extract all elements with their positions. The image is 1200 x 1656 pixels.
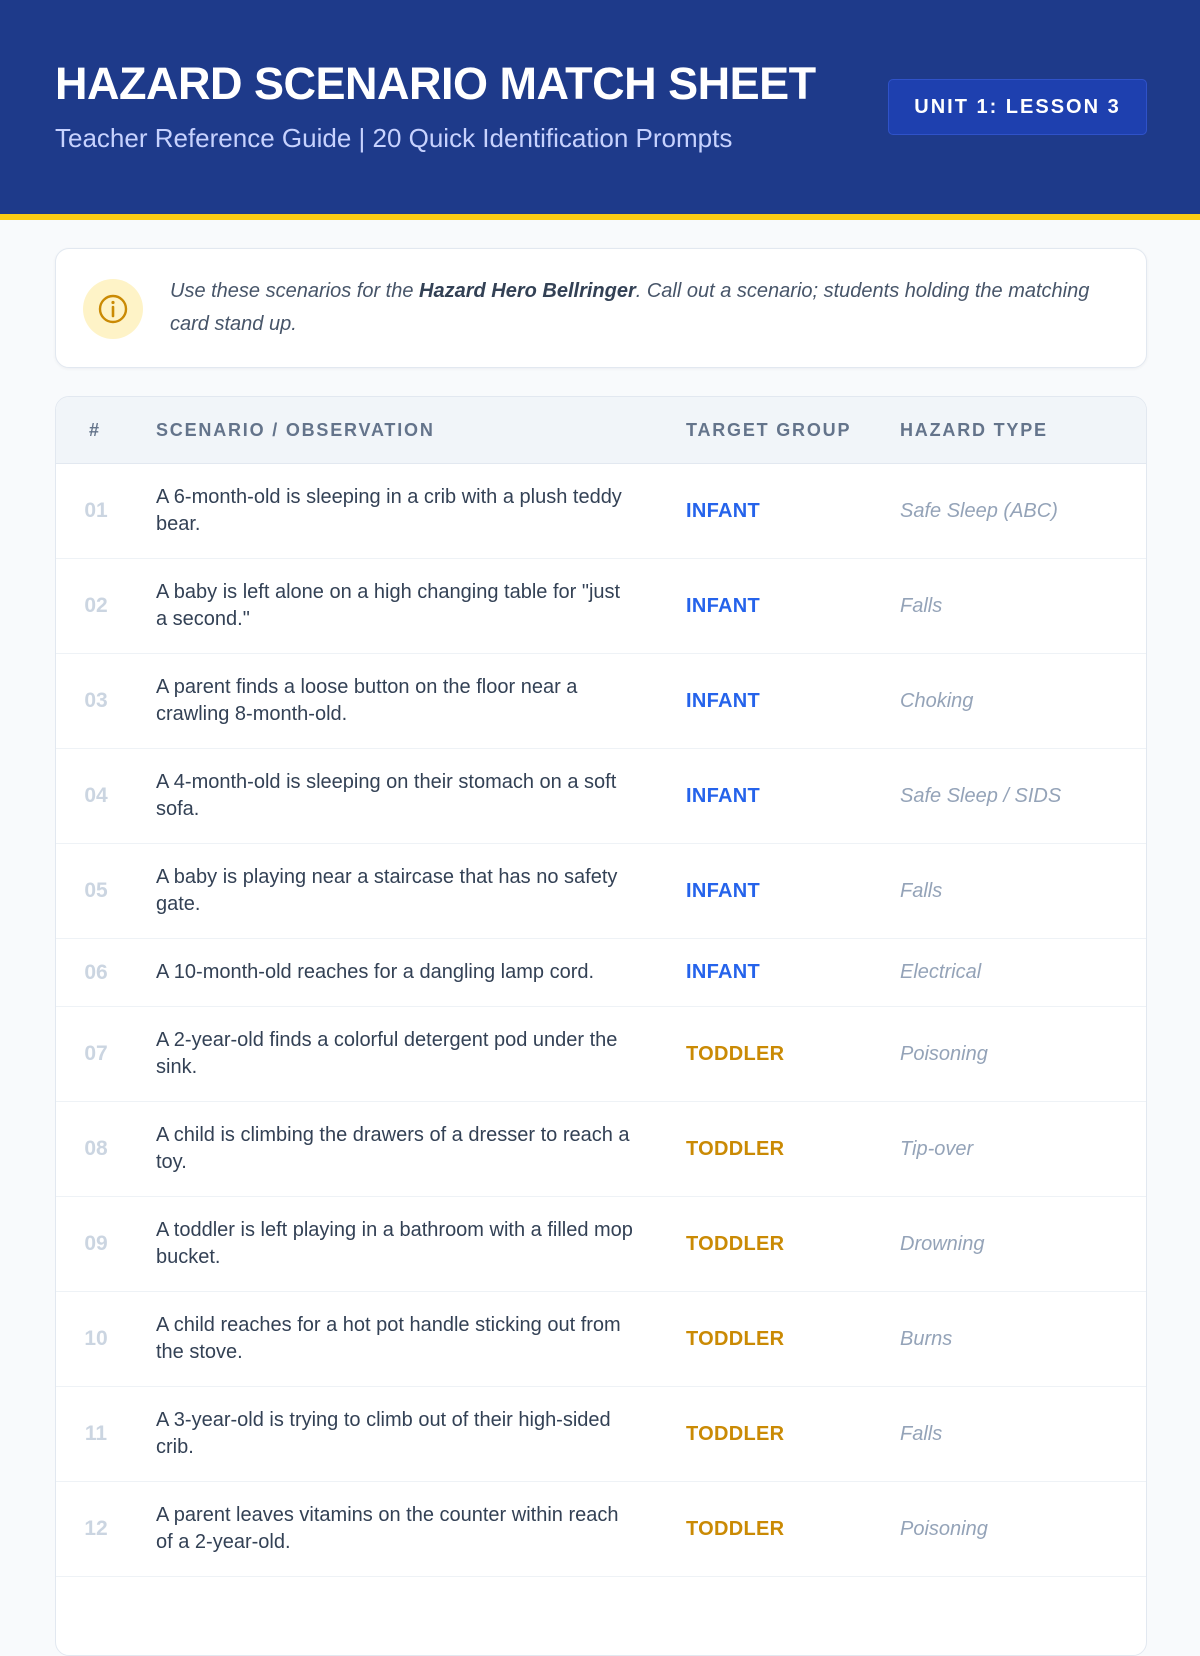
hazard-type: Poisoning (900, 1517, 988, 1540)
table-row: 03 A parent finds a loose button on the f… (56, 654, 1146, 749)
table-row: 01 A 6-month-old is sleeping in a crib wi… (56, 464, 1146, 559)
column-header-hazard-type: HAZARD TYPE (900, 420, 1048, 440)
scenario-text: A toddler is left playing in a bathroom … (156, 1219, 633, 1268)
target-group: INFANT (686, 689, 761, 712)
scenario-text: A baby is left alone on a high changing … (156, 581, 621, 630)
table-row: 02 A baby is left alone on a high changin… (56, 559, 1146, 654)
row-number: 09 (84, 1232, 108, 1255)
scenario-table: # SCENARIO / OBSERVATION TARGET GROUP HA… (55, 396, 1147, 1656)
scenario-text: A baby is playing near a staircase that … (156, 866, 618, 915)
target-group: INFANT (686, 784, 761, 807)
page-header: HAZARD SCENARIO MATCH SHEET Teacher Refe… (0, 0, 1200, 220)
hazard-type: Falls (900, 879, 943, 902)
table-row: 05 A baby is playing near a staircase tha… (56, 844, 1146, 939)
scenario-text: A parent finds a loose button on the flo… (156, 676, 578, 725)
hazard-type: Choking (900, 689, 974, 712)
table-row: 12 A parent leaves vitamins on the counte… (56, 1482, 1146, 1577)
column-header-scenario: SCENARIO / OBSERVATION (156, 420, 435, 440)
table-body: 01 A 6-month-old is sleeping in a crib wi… (56, 464, 1146, 1577)
scenario-text: A 10-month-old reaches for a dangling la… (156, 961, 595, 983)
scenario-text: A parent leaves vitamins on the counter … (156, 1504, 619, 1553)
target-group: INFANT (686, 961, 761, 983)
instructions-text: Use these scenarios for the Hazard Hero … (170, 275, 1100, 341)
instructions-text-start: Use these scenarios for the (170, 280, 420, 302)
row-number: 05 (84, 879, 108, 902)
info-icon (83, 279, 143, 339)
hazard-type: Falls (900, 1422, 943, 1445)
row-number: 01 (84, 499, 108, 522)
table-row: 11 A 3-year-old is trying to climb out of… (56, 1387, 1146, 1482)
hazard-type: Safe Sleep (ABC) (900, 499, 1058, 522)
target-group: TODDLER (686, 1422, 785, 1445)
row-number: 10 (84, 1327, 108, 1350)
target-group: TODDLER (686, 1137, 785, 1160)
table-row: 10 A child reaches for a hot pot handle s… (56, 1292, 1146, 1387)
scenario-text: A 6-month-old is sleeping in a crib with… (156, 486, 622, 535)
table-row: 08 A child is climbing the drawers of a d… (56, 1102, 1146, 1197)
target-group: INFANT (686, 879, 761, 902)
hazard-type: Tip-over (900, 1137, 974, 1160)
unit-badge: UNIT 1: LESSON 3 (888, 79, 1147, 135)
instructions-callout: Use these scenarios for the Hazard Hero … (55, 248, 1147, 368)
target-group: TODDLER (686, 1327, 785, 1350)
row-number: 07 (84, 1042, 108, 1065)
hazard-type: Drowning (900, 1232, 985, 1255)
target-group: TODDLER (686, 1232, 785, 1255)
target-group: INFANT (686, 594, 761, 617)
row-number: 11 (84, 1422, 108, 1445)
scenario-text: A 4-month-old is sleeping on their stoma… (156, 771, 617, 820)
hazard-type: Safe Sleep / SIDS (900, 784, 1062, 807)
instructions-activity-name: Hazard Hero Bellringer (419, 280, 636, 302)
table-row: 09 A toddler is left playing in a bathroo… (56, 1197, 1146, 1292)
row-number: 02 (84, 594, 108, 617)
scenario-text: A 2-year-old finds a colorful detergent … (156, 1029, 618, 1078)
table-row: 04 A 4-month-old is sleeping on their sto… (56, 749, 1146, 844)
scenario-text: A child reaches for a hot pot handle sti… (156, 1314, 621, 1363)
row-number: 04 (84, 784, 108, 807)
hazard-type: Falls (900, 594, 943, 617)
hazard-type: Poisoning (900, 1042, 988, 1065)
row-number: 12 (84, 1517, 108, 1540)
column-header-number: # (89, 420, 101, 440)
table-row: 07 A 2-year-old finds a colorful detergen… (56, 1007, 1146, 1102)
row-number: 08 (84, 1137, 108, 1160)
hazard-type: Electrical (900, 961, 982, 983)
table-header: # SCENARIO / OBSERVATION TARGET GROUP HA… (56, 397, 1146, 464)
row-number: 03 (84, 689, 108, 712)
hazard-type: Burns (900, 1327, 953, 1350)
row-number: 06 (84, 960, 108, 984)
column-header-target-group: TARGET GROUP (686, 420, 852, 440)
target-group: TODDLER (686, 1042, 785, 1065)
scenario-text: A child is climbing the drawers of a dre… (156, 1124, 630, 1173)
target-group: INFANT (686, 499, 761, 522)
table-row: 06 A 10-month-old reaches for a dangling … (56, 939, 1146, 1007)
scenario-text: A 3-year-old is trying to climb out of t… (156, 1409, 611, 1458)
target-group: TODDLER (686, 1517, 785, 1540)
